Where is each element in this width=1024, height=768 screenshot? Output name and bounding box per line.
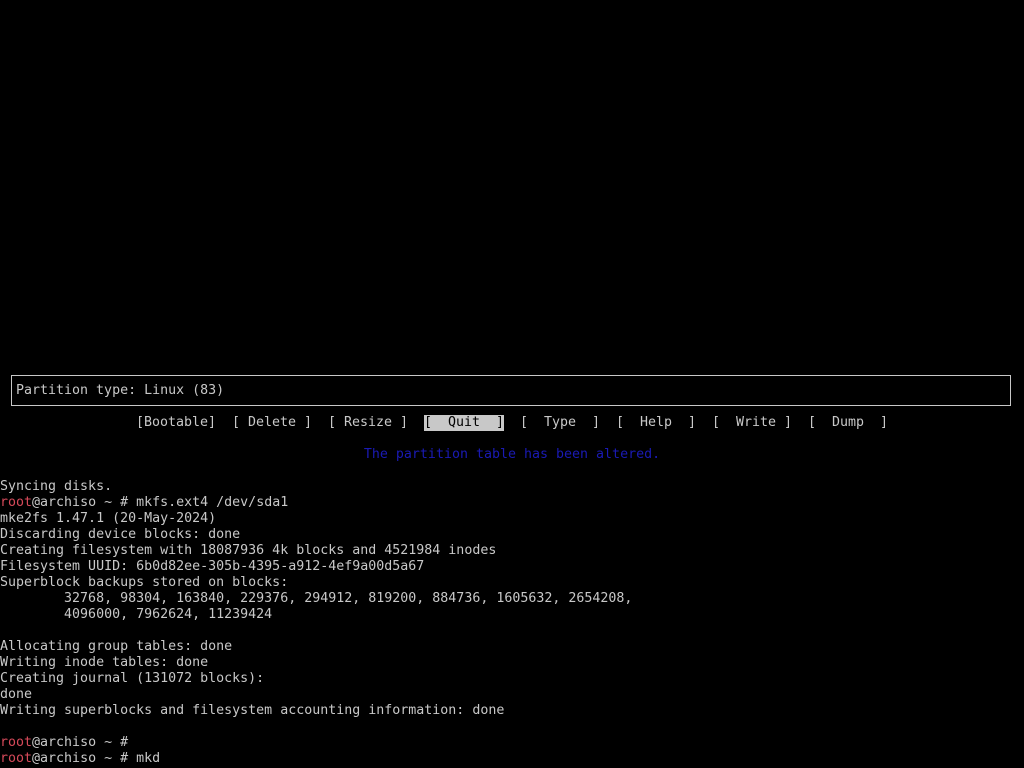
prompt-command: mkfs.ext4 /dev/sda1: [136, 495, 289, 510]
terminal-line: Syncing disks.: [0, 479, 113, 494]
menu-dump-button[interactable]: [ Dump ]: [808, 415, 888, 431]
menu-quit-button[interactable]: [ Quit ]: [424, 415, 505, 431]
terminal-prompt-line: root@archiso ~ # mkd: [0, 751, 160, 767]
prompt-command: mkd: [136, 751, 161, 766]
terminal-line: mke2fs 1.47.1 (20-May-2024): [0, 511, 217, 526]
menu-write-button[interactable]: [ Write ]: [712, 415, 792, 431]
terminal-line: Discarding device blocks: done: [0, 527, 241, 542]
status-message: The partition table has been altered.: [363, 447, 661, 462]
prompt-host: @archiso ~ #: [32, 495, 137, 510]
menu-resize-button[interactable]: [ Resize ]: [328, 415, 408, 431]
menu-bootable-button[interactable]: [Bootable]: [136, 415, 216, 431]
terminal-line: Creating filesystem with 18087936 4k blo…: [0, 543, 497, 558]
terminal-prompt-line: root@archiso ~ # mkfs.ext4 /dev/sda1: [0, 495, 288, 511]
menu-help-button[interactable]: [ Help ]: [616, 415, 696, 431]
menu-delete-button[interactable]: [ Delete ]: [232, 415, 312, 431]
terminal-line: Allocating group tables: done: [0, 639, 233, 654]
terminal-line: Creating journal (131072 blocks):: [0, 671, 265, 686]
prompt-user: root: [0, 751, 33, 766]
prompt-user: root: [0, 495, 33, 510]
cfdisk-menu: [Bootable] [ Delete ] [ Resize ] [ Quit …: [0, 415, 1024, 431]
terminal-line: Filesystem UUID: 6b0d82ee-305b-4395-a912…: [0, 559, 425, 574]
terminal-line: 32768, 98304, 163840, 229376, 294912, 81…: [0, 591, 633, 606]
menu-type-button[interactable]: [ Type ]: [520, 415, 600, 431]
terminal-line: done: [0, 687, 33, 702]
terminal-line: 4096000, 7962624, 11239424: [0, 607, 273, 622]
prompt-host: @archiso ~ #: [32, 735, 137, 750]
terminal-prompt-line: root@archiso ~ #: [0, 735, 136, 751]
terminal-line: Writing inode tables: done: [0, 655, 209, 670]
terminal-screen[interactable]: Partition type: Linux (83) [Bootable] [ …: [0, 0, 1024, 768]
partition-type-box: Partition type: Linux (83): [11, 375, 1011, 406]
terminal-line: Writing superblocks and filesystem accou…: [0, 703, 505, 718]
prompt-user: root: [0, 735, 33, 750]
prompt-host: @archiso ~ #: [32, 751, 137, 766]
partition-type-label: Partition type: Linux (83): [16, 383, 225, 398]
terminal-line: Superblock backups stored on blocks:: [0, 575, 289, 590]
